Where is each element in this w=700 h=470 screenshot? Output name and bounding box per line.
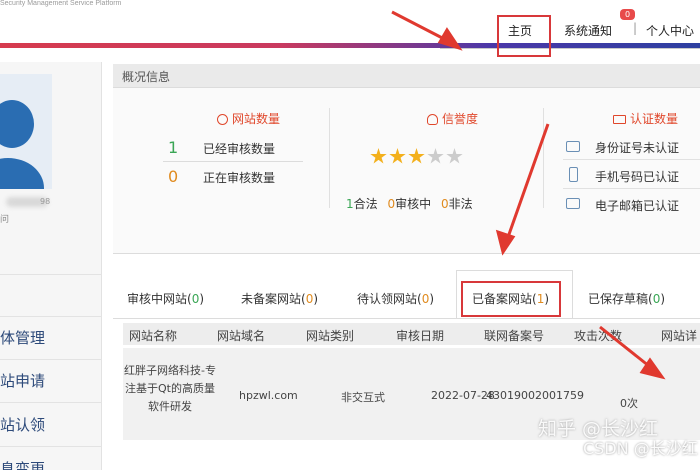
arrow-head bbox=[495, 229, 516, 256]
arrow-head bbox=[437, 27, 463, 51]
annotation-arrows bbox=[391, 10, 666, 380]
page: Security Management Service Platform 主页 … bbox=[0, 0, 700, 470]
watermark-csdn: CSDN @长沙红 bbox=[583, 439, 698, 458]
arrow-to-recorded-tab bbox=[505, 123, 550, 241]
